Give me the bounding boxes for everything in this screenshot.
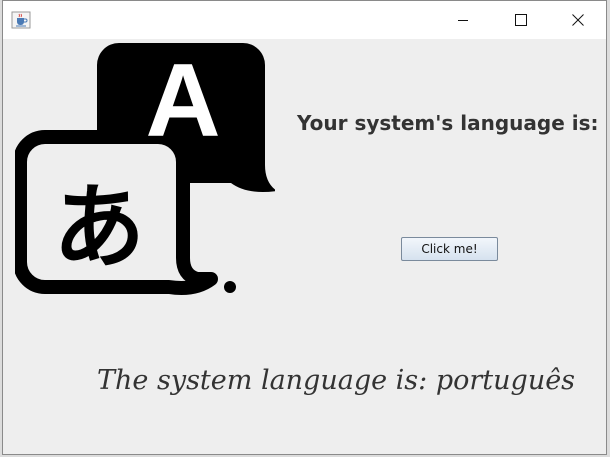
minimize-button[interactable]	[434, 1, 492, 39]
maximize-icon	[515, 11, 527, 30]
hiragana-a-glyph: あ	[53, 174, 145, 281]
close-button[interactable]	[549, 1, 607, 39]
app-window: A あ Your system's language is: Click me!…	[2, 0, 607, 455]
click-me-button[interactable]: Click me!	[401, 237, 498, 261]
language-heading: Your system's language is:	[297, 111, 599, 135]
minimize-icon	[457, 11, 469, 30]
title-bar[interactable]	[3, 1, 606, 39]
close-icon	[572, 11, 584, 30]
maximize-button[interactable]	[492, 1, 550, 39]
translate-language-icon: A あ	[15, 43, 275, 295]
java-cup-icon[interactable]	[11, 11, 31, 29]
system-language-result: The system language is: português	[97, 365, 576, 396]
content-panel: A あ Your system's language is: Click me!…	[3, 39, 606, 454]
letter-a-glyph: A	[145, 43, 220, 159]
